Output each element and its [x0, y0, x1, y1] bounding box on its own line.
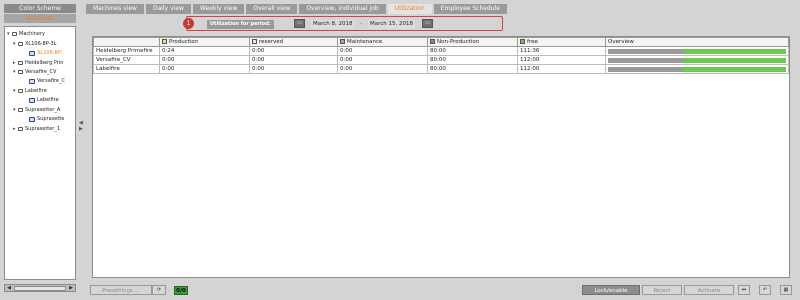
- activate-button[interactable]: Activate: [684, 285, 734, 295]
- main-panel: Machines view Daily view Weekly view Ove…: [86, 4, 796, 296]
- printer-icon: [29, 50, 35, 56]
- folder-icon: [18, 108, 23, 112]
- refresh-icon[interactable]: ⟳: [152, 285, 166, 295]
- presettings-button[interactable]: Presettings ...: [90, 285, 152, 295]
- free-cell: 112:00: [517, 64, 606, 74]
- splitter-right-icon[interactable]: ▶: [79, 126, 83, 132]
- tree-item-group[interactable]: ▸ Heidelberg Prin: [13, 59, 63, 67]
- reserved-cell: 0:00: [249, 64, 338, 74]
- printer-icon: [29, 78, 35, 84]
- tree-item-machine[interactable]: XL106-8P-: [29, 49, 62, 57]
- tree-item-group[interactable]: ▾ Versafire_CV: [13, 68, 56, 76]
- reserved-cell: 0:00: [249, 46, 338, 56]
- tree-item-machine[interactable]: Suprasette: [29, 115, 64, 123]
- overview-cell: [605, 55, 789, 65]
- maintenance-cell: 0:00: [337, 55, 428, 65]
- undo-icon[interactable]: ↶: [759, 285, 771, 295]
- tab-machines-view[interactable]: Machines view: [86, 4, 144, 14]
- tab-utilization[interactable]: Utilization: [387, 4, 432, 14]
- machine-name: Heidelberg Primefire: [93, 46, 160, 56]
- tab-daily-view[interactable]: Daily view: [145, 4, 191, 14]
- machines-panel: Color Scheme Machines ▾ Machinery ▾ XL10…: [4, 4, 76, 296]
- non-production-cell: 80:00: [427, 64, 518, 74]
- folder-icon: [18, 89, 23, 93]
- period-end-date[interactable]: March 15, 2018: [368, 20, 416, 29]
- step-badge: 1: [183, 18, 194, 29]
- table-row[interactable]: Labelfire 0:00 0:00 0:00 80:00 112:00: [93, 64, 789, 74]
- overview-cell: [605, 46, 789, 56]
- scroll-left-icon[interactable]: ◀: [5, 285, 13, 291]
- machine-tree: ▾ Machinery ▾ XL106-8P-3L XL106-8P- ▸ He…: [4, 26, 76, 280]
- machine-name: Labelfire: [93, 64, 160, 74]
- column-header-reserved[interactable]: reserved: [249, 37, 338, 47]
- tree-horizontal-scrollbar[interactable]: ◀ ▶: [4, 284, 76, 292]
- production-swatch: [162, 39, 167, 44]
- utilization-table: Production reserved Maintenance Non-Prod…: [92, 36, 790, 278]
- folder-icon: [18, 42, 23, 46]
- tab-weekly-view[interactable]: Weekly view: [192, 4, 245, 14]
- calendar-icon[interactable]: ▭: [294, 19, 305, 28]
- production-cell: 0:00: [159, 64, 250, 74]
- maintenance-cell: 0:00: [337, 64, 428, 74]
- view-tabs: Machines view Daily view Weekly view Ove…: [86, 4, 507, 14]
- table-row[interactable]: Versafire_CV 0:00 0:00 0:00 80:00 112:00: [93, 55, 789, 65]
- reject-button[interactable]: Reject: [642, 285, 682, 295]
- period-separator: -: [360, 21, 362, 27]
- column-header-non-production[interactable]: Non-Production: [427, 37, 518, 47]
- printer-icon: [29, 97, 35, 103]
- tab-machines[interactable]: Machines: [4, 14, 76, 23]
- status-badge: 0/0: [174, 286, 188, 295]
- tab-employee-schedule[interactable]: Employee Schedule: [433, 4, 507, 14]
- tree-item-machine[interactable]: Labelfire: [29, 96, 59, 104]
- tab-individual-job[interactable]: Overview, individual job: [299, 4, 386, 14]
- utilization-bar: [608, 48, 786, 54]
- maintenance-swatch: [340, 39, 345, 44]
- non-production-cell: 80:00: [427, 55, 518, 65]
- folder-icon: [18, 127, 23, 131]
- panel-splitter[interactable]: ◀ ▶: [79, 120, 83, 150]
- lock-enable-button[interactable]: Lock/enable: [582, 285, 640, 295]
- free-cell: 111:36: [517, 46, 606, 56]
- column-header-free[interactable]: free: [517, 37, 606, 47]
- utilization-bar: [608, 57, 786, 63]
- tree-item-group[interactable]: ▾ Suprasetter_A: [13, 106, 60, 114]
- column-header-overview[interactable]: Overview: [605, 37, 789, 47]
- free-cell: 112:00: [517, 55, 606, 65]
- platesetter-icon: [29, 116, 35, 122]
- period-start-date[interactable]: March 8, 2018: [311, 20, 355, 29]
- maintenance-cell: 0:00: [337, 46, 428, 56]
- tab-overall-view[interactable]: Overall view: [246, 4, 298, 14]
- calendar-icon[interactable]: ▭: [422, 19, 433, 28]
- reserved-swatch: [252, 39, 257, 44]
- production-cell: 0:24: [159, 46, 250, 56]
- column-header-production[interactable]: Production: [159, 37, 250, 47]
- column-header-maintenance[interactable]: Maintenance: [337, 37, 428, 47]
- grid-icon[interactable]: ▦: [780, 285, 792, 295]
- first-page-icon[interactable]: ⏮: [738, 285, 750, 295]
- utilization-bar: [608, 66, 786, 72]
- free-swatch: [520, 39, 525, 44]
- folder-icon: [12, 32, 17, 36]
- reserved-cell: 0:00: [249, 55, 338, 65]
- non-production-cell: 80:00: [427, 46, 518, 56]
- folder-icon: [18, 70, 23, 74]
- scroll-right-icon[interactable]: ▶: [67, 285, 75, 291]
- tab-color-scheme[interactable]: Color Scheme: [4, 4, 76, 13]
- tree-item-group[interactable]: ▾ Labelfire: [13, 87, 47, 95]
- production-cell: 0:00: [159, 55, 250, 65]
- overview-cell: [605, 64, 789, 74]
- machine-name: Versafire_CV: [93, 55, 160, 65]
- scroll-thumb[interactable]: [14, 285, 66, 291]
- column-header-machine[interactable]: [93, 37, 160, 47]
- tree-item-machinery[interactable]: ▾ Machinery: [7, 30, 45, 38]
- tree-item-machine[interactable]: Versafire_C: [29, 77, 65, 85]
- non-production-swatch: [430, 39, 435, 44]
- folder-icon: [18, 61, 23, 65]
- period-label: Utilization for period:: [207, 20, 274, 29]
- tree-item-group[interactable]: ▾ XL106-8P-3L: [13, 40, 56, 48]
- period-selector: 1 Utilization for period: ▭ March 8, 201…: [183, 16, 503, 31]
- table-row[interactable]: Heidelberg Primefire 0:24 0:00 0:00 80:0…: [93, 46, 789, 56]
- tree-item-group[interactable]: ▸ Suprasetter_1: [13, 125, 60, 133]
